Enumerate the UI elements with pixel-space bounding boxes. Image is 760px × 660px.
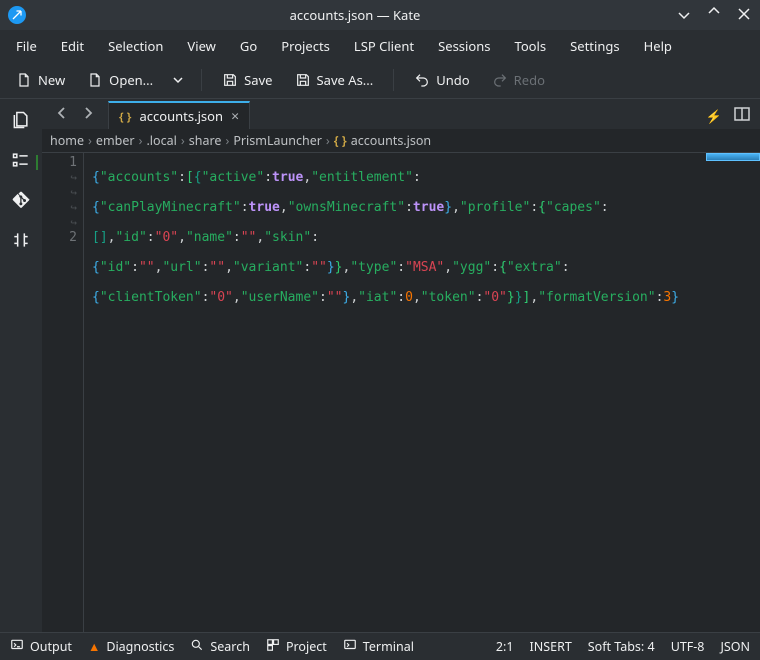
window-title: accounts.json — Kate [34, 6, 676, 24]
code-editor[interactable]: 1 ↪ ↪ ↪ ↪ 2 {"accounts":[{"active":true,… [42, 153, 760, 632]
gutter: 1 ↪ ↪ ↪ ↪ 2 [42, 153, 84, 632]
wrap-marker: ↪ [42, 200, 77, 215]
tab-filename: accounts.json [139, 107, 223, 125]
app-icon [8, 6, 26, 24]
split-view-icon[interactable] [734, 107, 750, 125]
redo-icon [492, 72, 508, 88]
menubar: File Edit Selection View Go Projects LSP… [0, 30, 760, 62]
symbols-button[interactable] [8, 227, 34, 253]
toolbar: New Open... Save Save As... Undo Redo [0, 62, 760, 98]
menu-settings[interactable]: Settings [560, 33, 629, 59]
nav-forward[interactable] [78, 103, 98, 125]
close-button[interactable] [736, 6, 752, 24]
statusbar: Output ▲ Diagnostics Search Project Term… [0, 632, 760, 660]
titlebar: accounts.json — Kate [0, 0, 760, 30]
nav-back[interactable] [52, 103, 72, 125]
save-button[interactable]: Save [214, 67, 280, 93]
tab-row: { } accounts.json × ⚡ [42, 99, 760, 129]
line-number: 2 [42, 230, 77, 245]
wrap-marker: ↪ [42, 185, 77, 200]
undo-button[interactable]: Undo [406, 67, 477, 93]
crumb-share[interactable]: share [189, 132, 222, 149]
new-label: New [38, 71, 65, 89]
crumb-home[interactable]: home [50, 132, 84, 149]
json-icon: { } [334, 132, 347, 149]
maximize-button[interactable] [706, 6, 722, 24]
crumb-prismlauncher[interactable]: PrismLauncher [233, 132, 322, 149]
minimize-button[interactable] [676, 6, 692, 24]
open-button[interactable]: Open... [79, 67, 161, 93]
status-terminal[interactable]: Terminal [343, 638, 414, 656]
status-mode[interactable]: INSERT [530, 638, 572, 655]
project-icon [266, 638, 280, 656]
menu-go[interactable]: Go [230, 33, 267, 59]
save-icon [222, 72, 238, 88]
status-search[interactable]: Search [190, 638, 250, 656]
open-file-icon [87, 72, 103, 88]
saveas-icon [295, 72, 311, 88]
warning-icon: ▲ [88, 638, 100, 655]
new-file-icon [16, 72, 32, 88]
status-diagnostics[interactable]: ▲ Diagnostics [88, 638, 174, 655]
minimap[interactable] [706, 153, 760, 161]
saveas-button[interactable]: Save As... [287, 67, 382, 93]
status-encoding[interactable]: UTF-8 [671, 638, 705, 655]
output-icon [10, 638, 24, 656]
crumb-ember[interactable]: ember [96, 132, 135, 149]
status-cursor[interactable]: 2:1 [496, 638, 514, 655]
terminal-icon [343, 638, 357, 656]
saveas-label: Save As... [317, 71, 374, 89]
menu-file[interactable]: File [6, 33, 47, 59]
open-label: Open... [109, 71, 153, 89]
git-button[interactable] [8, 187, 34, 213]
redo-button[interactable]: Redo [484, 67, 553, 93]
breadcrumb[interactable]: home› ember› .local› share› PrismLaunche… [42, 129, 760, 153]
outline-button[interactable] [8, 147, 34, 173]
wrap-marker: ↪ [42, 170, 77, 185]
menu-view[interactable]: View [177, 33, 225, 59]
search-icon [190, 638, 204, 656]
quick-actions-icon[interactable]: ⚡ [706, 107, 722, 125]
json-icon: { } [119, 108, 131, 125]
status-project[interactable]: Project [266, 638, 327, 656]
line-number: 1 [36, 155, 77, 170]
menu-sessions[interactable]: Sessions [428, 33, 500, 59]
open-dropdown[interactable] [167, 67, 189, 93]
wrap-marker: ↪ [42, 215, 77, 230]
tab-close[interactable]: × [231, 107, 239, 126]
new-button[interactable]: New [8, 67, 73, 93]
toolbar-separator [393, 69, 394, 91]
crumb-local[interactable]: .local [146, 132, 176, 149]
crumb-file[interactable]: accounts.json [351, 132, 431, 149]
documents-button[interactable] [8, 107, 34, 133]
toolbar-separator [201, 69, 202, 91]
status-tabs[interactable]: Soft Tabs: 4 [588, 638, 655, 655]
sidebar [0, 99, 42, 632]
undo-label: Undo [436, 71, 469, 89]
code-content[interactable]: {"accounts":[{"active":true,"entitlement… [84, 153, 760, 632]
menu-lsp-client[interactable]: LSP Client [344, 33, 424, 59]
save-label: Save [244, 71, 272, 89]
status-lang[interactable]: JSON [720, 638, 750, 655]
redo-label: Redo [514, 71, 545, 89]
status-output[interactable]: Output [10, 638, 72, 656]
menu-edit[interactable]: Edit [51, 33, 94, 59]
tab-accounts-json[interactable]: { } accounts.json × [108, 101, 250, 129]
menu-tools[interactable]: Tools [505, 33, 557, 59]
menu-projects[interactable]: Projects [271, 33, 340, 59]
undo-icon [414, 72, 430, 88]
menu-selection[interactable]: Selection [98, 33, 173, 59]
menu-help[interactable]: Help [634, 33, 682, 59]
